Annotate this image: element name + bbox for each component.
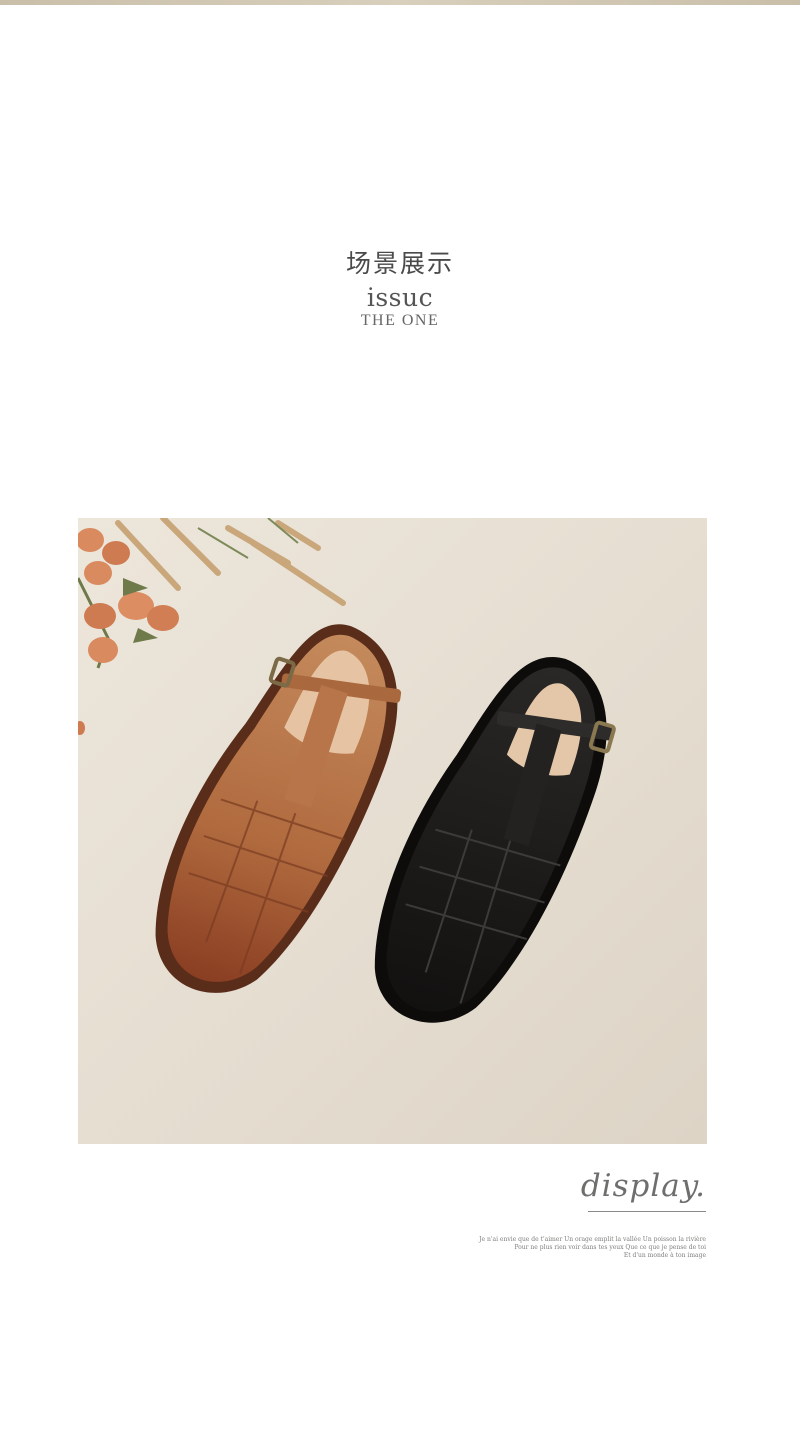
top-accent-bar	[0, 0, 800, 5]
product-scene-photo	[78, 518, 707, 1144]
display-title: display.	[580, 1168, 706, 1204]
caption-line: Je n'ai envie que de t'aimer Un orage em…	[479, 1236, 706, 1243]
sandals-illustration	[78, 518, 707, 1144]
caption-line: Et d'un monde à ton image	[623, 1252, 706, 1259]
brand-subtitle: THE ONE	[360, 312, 440, 329]
caption-line: Pour ne plus rien voir dans tes yeux Que…	[514, 1244, 706, 1251]
caption-text: Je n'ai envie que de t'aimer Un orage em…	[380, 1236, 706, 1260]
brand-name: issuc	[366, 283, 434, 312]
section-title: 场景展示	[345, 249, 454, 278]
display-underline	[588, 1211, 706, 1212]
